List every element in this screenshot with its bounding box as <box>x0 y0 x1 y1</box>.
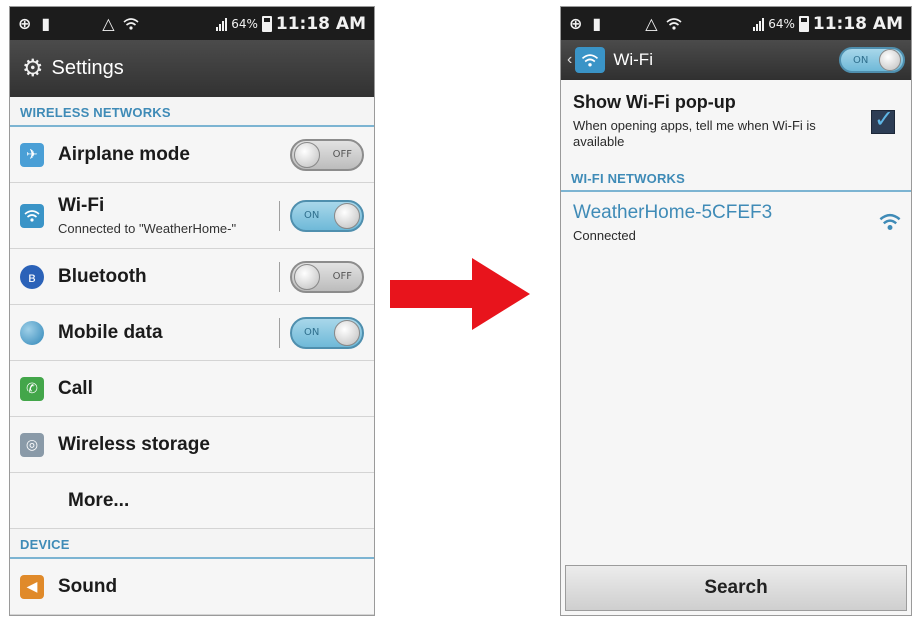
title-bar: ‹ Wi-Fi ON <box>561 40 911 80</box>
section-header-device: DEVICE <box>10 529 374 559</box>
wifi-master-toggle[interactable]: ON <box>839 47 905 73</box>
item-label: Call <box>58 377 93 399</box>
usb-icon: ⊕ <box>569 14 583 33</box>
toggle-state: OFF <box>332 270 352 282</box>
toggle-state: ON <box>304 209 320 221</box>
divider <box>279 317 280 348</box>
network-name: WeatherHome-5CFEF3 <box>573 201 773 223</box>
wifi-icon <box>575 47 606 73</box>
bluetooth-icon: ʙ <box>20 264 44 289</box>
item-label: Bluetooth <box>58 265 147 287</box>
divider <box>279 261 280 292</box>
battery-icon <box>261 15 272 32</box>
battery-percent: 64% <box>768 16 795 31</box>
settings-item-wifi[interactable]: Wi-Fi Connected to "WeatherHome-" ON <box>10 183 374 249</box>
status-bar: ⊕ ▮ △ 64% 11:18 AM <box>561 7 911 40</box>
network-status: Connected <box>573 227 636 243</box>
title-bar: ⚙ Settings <box>10 40 374 97</box>
wifi-status-icon <box>123 17 139 30</box>
wifi-signal-icon <box>879 213 901 230</box>
settings-item-airplane-mode[interactable]: ✈ Airplane mode OFF <box>10 127 374 183</box>
settings-item-mobile-data[interactable]: Mobile data ON <box>10 305 374 361</box>
usb-icon: ⊕ <box>18 14 32 33</box>
settings-item-sound[interactable]: ◀ Sound <box>10 559 374 615</box>
toggle-state: ON <box>853 55 869 66</box>
wifi-screen: ⊕ ▮ △ 64% 11:18 AM ‹ Wi-Fi ON Show Wi-Fi… <box>560 6 912 616</box>
toggle-knob <box>879 49 901 71</box>
search-label: Search <box>704 577 768 598</box>
wifi-status-icon <box>666 17 682 30</box>
toggle-knob <box>294 263 320 290</box>
toggle-knob <box>334 202 360 229</box>
phone-icon: ✆ <box>20 376 44 401</box>
speaker-icon: ◀ <box>20 574 44 599</box>
item-label: Wi-Fi <box>58 195 105 216</box>
item-label: Mobile data <box>58 321 163 343</box>
airplane-icon: ✈ <box>20 142 44 167</box>
gear-icon: ⚙ <box>22 55 44 82</box>
checkmark-icon: ✓ <box>874 106 895 133</box>
mobile-data-toggle[interactable]: ON <box>290 316 364 349</box>
bluetooth-toggle[interactable]: OFF <box>290 260 364 293</box>
wifi-toggle[interactable]: ON <box>290 199 364 232</box>
wireless-storage-icon: ◎ <box>20 432 44 457</box>
notification-icon: ▮ <box>41 14 51 33</box>
section-header-wifi-networks: WI-FI NETWORKS <box>561 168 911 192</box>
globe-icon <box>20 320 44 345</box>
status-time: 11:18 AM <box>275 13 366 34</box>
status-time: 11:18 AM <box>812 13 903 34</box>
warning-icon: △ <box>645 14 658 33</box>
setting-description: When opening apps, tell me when Wi-Fi is… <box>573 118 816 149</box>
show-wifi-popup-setting[interactable]: Show Wi-Fi pop-up When opening apps, tel… <box>561 80 911 168</box>
page-title: Settings <box>51 57 124 79</box>
right-arrow-icon <box>390 258 530 330</box>
search-button[interactable]: Search <box>565 565 907 611</box>
back-chevron-icon[interactable]: ‹ <box>567 51 572 69</box>
item-sublabel: Connected to "WeatherHome-" <box>58 221 237 236</box>
toggle-knob <box>294 141 320 168</box>
status-bar: ⊕ ▮ △ 64% 11:18 AM <box>10 7 374 40</box>
signal-icon <box>216 17 228 31</box>
wifi-content: Show Wi-Fi pop-up When opening apps, tel… <box>561 80 911 615</box>
item-label: More... <box>68 489 130 511</box>
divider <box>279 200 280 231</box>
toggle-state: ON <box>304 326 320 338</box>
battery-icon <box>798 15 809 32</box>
settings-item-call[interactable]: ✆ Call <box>10 361 374 417</box>
settings-item-bluetooth[interactable]: ʙ Bluetooth OFF <box>10 249 374 305</box>
settings-item-wireless-storage[interactable]: ◎ Wireless storage <box>10 417 374 473</box>
section-header-wireless: WIRELESS NETWORKS <box>10 97 374 127</box>
toggle-state: OFF <box>332 148 352 160</box>
toggle-knob <box>334 319 360 346</box>
settings-item-more[interactable]: More... <box>10 473 374 529</box>
signal-icon <box>753 17 765 31</box>
page-title: Wi-Fi <box>613 50 653 69</box>
wifi-icon <box>20 203 44 228</box>
settings-screen: ⊕ ▮ △ 64% 11:18 AM ⚙ Settings WIRELESS N… <box>9 6 375 616</box>
item-label: Wireless storage <box>58 433 210 455</box>
warning-icon: △ <box>102 14 115 33</box>
airplane-mode-toggle[interactable]: OFF <box>290 138 364 171</box>
item-label: Sound <box>58 575 118 597</box>
show-popup-checkbox[interactable]: ✓ <box>871 106 895 134</box>
network-item[interactable]: WeatherHome-5CFEF3 Connected <box>561 192 911 252</box>
battery-percent: 64% <box>231 16 258 31</box>
notification-icon: ▮ <box>592 14 602 33</box>
setting-title: Show Wi-Fi pop-up <box>573 92 736 112</box>
item-label: Airplane mode <box>58 143 190 165</box>
